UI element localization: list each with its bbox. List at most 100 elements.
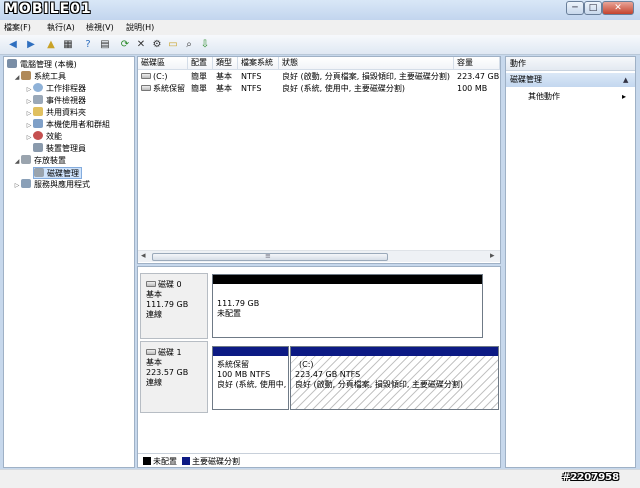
partition-unallocated[interactable]: 111.79 GB 未配置 [212,274,483,338]
drive-icon [141,73,151,79]
disk-type: 基本 [146,290,162,299]
actions-header: 動作 [506,57,635,71]
volume-layout: 簡單 [191,84,207,93]
console-tree-icon[interactable]: ▦ [61,38,75,52]
partition-system-reserved[interactable]: 系統保留 100 MB NTFS 良好 (系統, 使用中, [212,346,289,410]
scroll-right-icon[interactable]: ▸ [490,251,495,261]
partition-size: 223.47 GB NTFS [295,370,361,379]
back-icon[interactable]: ◀ [6,38,20,52]
disk-icon [146,349,156,355]
actions-section-disk-management[interactable]: 磁碟管理 ▲ [506,73,635,87]
column-header-filesystem[interactable]: 檔案系統 [238,57,279,70]
disk-name: 磁碟 0 [158,280,182,289]
tree-item-disk-management[interactable]: 磁碟管理 [33,167,82,179]
expanded-arrow-icon[interactable]: ◢ [13,72,21,84]
column-header-status[interactable]: 狀態 [279,57,454,70]
volume-status: 良好 (系統, 使用中, 主要磁碟分割) [282,84,405,93]
help-icon[interactable]: ? [81,38,95,52]
disk-1-label[interactable]: 磁碟 1 基本 223.57 GB 連線 [140,341,208,413]
watermark-id: #2207958 [562,472,620,483]
disk-icon [146,281,156,287]
menu-action[interactable]: 執行(A) [47,22,75,33]
actions-pane: 動作 磁碟管理 ▲ 其他動作 ▸ [505,56,636,468]
close-button[interactable]: ✕ [602,1,634,15]
up-folder-icon[interactable]: ▲ [44,38,58,52]
menu-help[interactable]: 說明(H) [126,22,154,33]
tree-item-device-manager[interactable]: 裝置管理員 [33,143,86,155]
open-icon[interactable]: ▭ [166,38,180,52]
collapsed-arrow-icon[interactable]: ▷ [13,180,21,192]
disk-size: 223.57 GB [146,368,189,377]
tree-item-local-users[interactable]: ▷ 本機使用者和群組 [25,119,110,131]
minimize-button[interactable]: ─ [566,1,584,15]
computer-management-icon [7,59,17,68]
grip-icon: ≡ [265,252,271,260]
volume-list: 磁碟區 配置 類型 檔案系統 狀態 容量 (C:) 簡單 基本 NTFS 良好 … [137,56,501,264]
column-header-volume[interactable]: 磁碟區 [138,57,188,70]
find-icon[interactable]: ⌕ [182,38,196,52]
volume-filesystem: NTFS [241,72,262,81]
settings-icon[interactable]: ⚙ [150,38,164,52]
export-icon[interactable]: ⇩ [198,38,212,52]
disk-size: 111.79 GB [146,300,189,309]
volume-type: 基本 [216,72,232,81]
partition-status: 良好 (系統, 使用中, [217,380,287,389]
tools-icon [21,71,31,80]
disk-map: 磁碟 0 基本 111.79 GB 連線 111.79 GB 未配置 磁碟 1 … [137,266,501,468]
maximize-button[interactable]: □ [584,1,602,15]
partition-size: 111.79 GB [217,299,260,308]
clock-icon [33,83,43,92]
legend-swatch-unallocated [143,457,151,465]
performance-icon [33,131,43,140]
device-manager-icon [33,143,43,152]
volume-layout: 簡單 [191,72,207,81]
legend-label-unallocated: 未配置 [153,457,177,466]
legend: 未配置 主要磁碟分割 [138,453,500,467]
menu-file[interactable]: 檔案(F) [4,22,31,33]
disk-state: 連線 [146,310,162,319]
partition-title: 系統保留 [217,360,249,369]
tree-item-storage[interactable]: ◢ 存放裝置 [13,155,66,167]
properties-icon[interactable]: ▤ [98,38,112,52]
disk-name: 磁碟 1 [158,348,182,357]
column-header-type[interactable]: 類型 [213,57,238,70]
tree-item-system-tools[interactable]: ◢ 系統工具 [13,71,66,83]
tree-item-performance[interactable]: ▷ 效能 [25,131,62,143]
forward-icon[interactable]: ▶ [24,38,38,52]
partition-bar [213,275,482,284]
disk-0-label[interactable]: 磁碟 0 基本 111.79 GB 連線 [140,273,208,339]
refresh-icon[interactable]: ⟳ [118,38,132,52]
scrollbar-thumb[interactable]: ≡ [152,252,388,261]
delete-icon[interactable]: ✕ [134,38,148,52]
collapse-arrow-icon[interactable]: ▲ [623,73,628,87]
scroll-left-icon[interactable]: ◂ [141,251,146,261]
tree-item-event-viewer[interactable]: ▷ 事件檢視器 [25,95,86,107]
column-header-capacity[interactable]: 容量 [454,57,500,70]
legend-swatch-primary [182,457,190,465]
drive-icon [141,85,151,91]
expanded-arrow-icon[interactable]: ◢ [13,156,21,168]
toolbar: ◀ ▶ ▲ ▦ ? ▤ ⟳ ✕ ⚙ ▭ ⌕ ⇩ [0,35,640,55]
services-icon [21,179,31,188]
partition-c-drive[interactable]: (C:) 223.47 GB NTFS 良好 (啟動, 分頁檔案, 損毀傾印, … [290,346,499,410]
tree-item-services[interactable]: ▷ 服務與應用程式 [13,179,90,191]
volume-filesystem: NTFS [241,84,262,93]
more-actions-item[interactable]: 其他動作 ▸ [528,91,632,103]
volume-capacity: 100 MB [457,84,488,93]
section-title: 磁碟管理 [510,75,542,84]
volume-status: 良好 (啟動, 分頁檔案, 損毀傾印, 主要磁碟分割) [282,72,451,81]
disk-state: 連線 [146,378,162,387]
partition-status: 良好 (啟動, 分頁檔案, 損毀傾印, 主要磁碟分割) [295,380,464,389]
mobile01-logo: MOBILE01 [4,1,92,17]
column-header-layout[interactable]: 配置 [188,57,213,70]
tree-item-root[interactable]: 電腦管理 (本機) [7,59,77,71]
tree-item-shared-folders[interactable]: ▷ 共用資料夾 [25,107,86,119]
collapsed-arrow-icon[interactable]: ▷ [25,132,33,144]
partition-status: 未配置 [217,309,241,318]
menu-view[interactable]: 檢視(V) [86,22,114,33]
horizontal-scrollbar[interactable]: ◂ ≡ ▸ [138,250,500,262]
event-viewer-icon [33,95,43,104]
more-actions-label: 其他動作 [528,92,560,101]
tree-item-task-scheduler[interactable]: ▷ 工作排程器 [25,83,86,95]
volume-capacity: 223.47 GB [457,72,500,81]
